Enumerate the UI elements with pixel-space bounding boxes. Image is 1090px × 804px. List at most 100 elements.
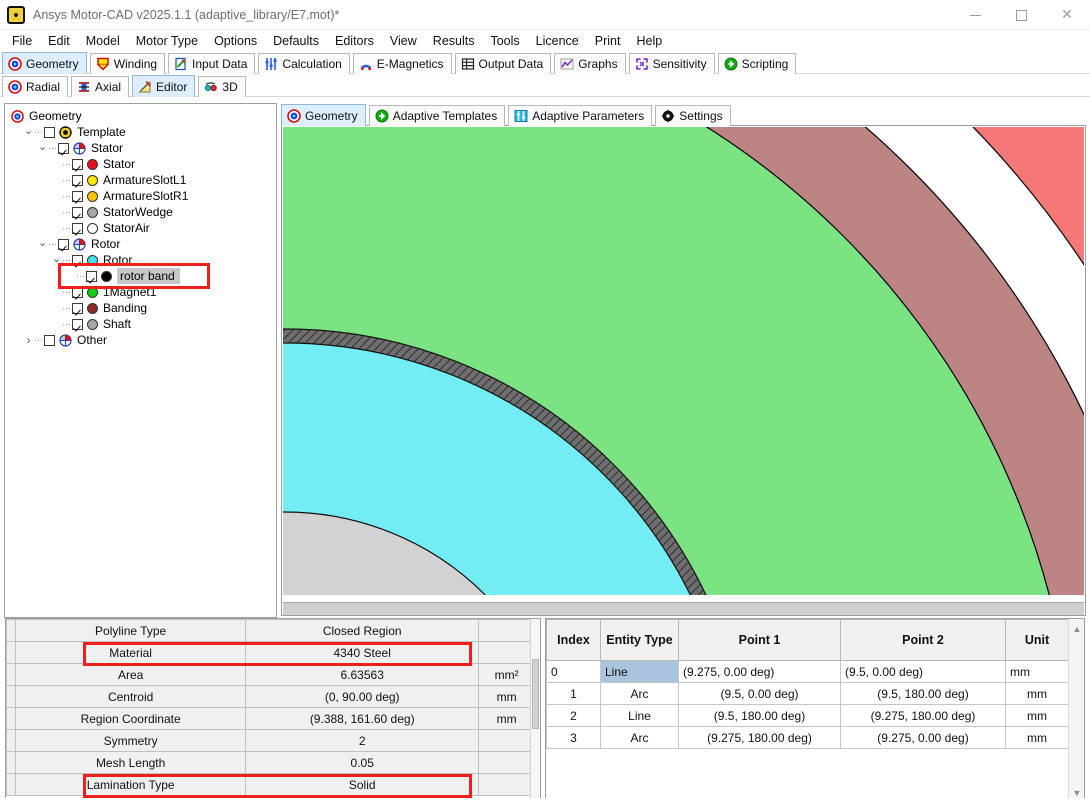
- tree-checkbox[interactable]: [72, 302, 83, 314]
- menu-item-editors[interactable]: Editors: [327, 32, 382, 50]
- entity-unit-cell[interactable]: mm: [1005, 660, 1069, 683]
- chevron-down-icon[interactable]: ⌄: [23, 124, 34, 138]
- property-value-cell[interactable]: 4340 Steel: [245, 641, 480, 664]
- region-properties-panel[interactable]: Polyline Type Closed Region Material 4340 S…: [5, 618, 541, 804]
- tree-node-stator[interactable]: ⌄ ⋯ Stator: [9, 140, 276, 156]
- tree-checkbox[interactable]: [72, 318, 83, 330]
- entity-unit-cell[interactable]: mm: [1005, 704, 1069, 727]
- property-row[interactable]: Region Coordinate (9.388, 161.60 deg) mm: [6, 707, 535, 730]
- geometry-viewport[interactable]: [281, 125, 1086, 616]
- property-row[interactable]: Lamination Type Solid: [6, 773, 535, 796]
- tree-checkbox[interactable]: [72, 174, 83, 186]
- entity-grid-row[interactable]: 3 Arc (9.275, 180.00 deg) (9.275, 0.00 deg)…: [546, 726, 1069, 749]
- entity-type-cell[interactable]: Arc: [600, 726, 679, 749]
- property-value-cell[interactable]: (9.388, 161.60 deg): [245, 707, 480, 730]
- tree-checkbox[interactable]: [72, 254, 83, 266]
- entity-grid-header-entity-type[interactable]: Entity Type: [600, 619, 679, 661]
- entity-grid-row[interactable]: 1 Arc (9.5, 0.00 deg) (9.5, 180.00 deg) mm: [546, 682, 1069, 705]
- menu-item-options[interactable]: Options: [206, 32, 265, 50]
- tree-node-armatureslotr1[interactable]: ⋯ ArmatureSlotR1: [9, 188, 276, 204]
- tab-winding[interactable]: Winding: [89, 53, 166, 74]
- tree-checkbox[interactable]: [72, 222, 83, 234]
- property-row[interactable]: Mesh Length 0.05: [6, 751, 535, 774]
- entity-index-cell[interactable]: 0: [546, 660, 601, 683]
- subtab-axial[interactable]: Axial: [71, 76, 130, 97]
- entity-type-cell[interactable]: Line: [600, 704, 679, 727]
- tree-checkbox[interactable]: [86, 270, 97, 282]
- geometry-tree-panel[interactable]: Geometry ⌄ ⋯ Template ⌄ ⋯ Stator ⋯ Stator ⋯ Armatu…: [4, 103, 277, 618]
- geotab-adaptive-parameters[interactable]: Adaptive Parameters: [508, 105, 653, 126]
- tree-node-rotor-band[interactable]: ⋯ rotor band: [9, 268, 276, 284]
- property-value-cell[interactable]: 6.63563: [245, 663, 480, 686]
- menu-item-edit[interactable]: Edit: [40, 32, 78, 50]
- chevron-right-icon[interactable]: ›: [23, 333, 34, 347]
- tree-node-geometry-root[interactable]: Geometry: [9, 108, 276, 124]
- tree-node-banding[interactable]: ⋯ Banding: [9, 300, 276, 316]
- entity-grid-row[interactable]: 2 Line (9.5, 180.00 deg) (9.275, 180.00 deg…: [546, 704, 1069, 727]
- menu-item-view[interactable]: View: [382, 32, 425, 50]
- entity-grid-header-index[interactable]: Index: [546, 619, 601, 661]
- minimize-button[interactable]: [952, 0, 998, 30]
- entity-grid-scrollbar[interactable]: ▲ ▼: [1068, 619, 1084, 803]
- menu-item-results[interactable]: Results: [425, 32, 483, 50]
- entity-point2-cell[interactable]: (9.5, 0.00 deg): [840, 660, 1006, 683]
- property-row[interactable]: Centroid (0, 90.00 deg) mm: [6, 685, 535, 708]
- tree-node-stator[interactable]: ⋯ Stator: [9, 156, 276, 172]
- tree-checkbox[interactable]: [58, 238, 69, 250]
- tree-node-rotor[interactable]: ⌄ ⋯ Rotor: [9, 252, 276, 268]
- property-row[interactable]: Area 6.63563 mm²: [6, 663, 535, 686]
- entity-unit-cell[interactable]: mm: [1005, 726, 1069, 749]
- tree-checkbox[interactable]: [44, 126, 55, 138]
- menu-item-licence[interactable]: Licence: [528, 32, 587, 50]
- entity-type-cell[interactable]: Arc: [600, 682, 679, 705]
- entity-point1-cell[interactable]: (9.275, 180.00 deg): [678, 726, 841, 749]
- tab-graphs[interactable]: Graphs: [554, 53, 626, 74]
- entity-index-cell[interactable]: 2: [546, 704, 601, 727]
- geotab-settings[interactable]: Settings: [655, 105, 731, 126]
- entity-point1-cell[interactable]: (9.5, 0.00 deg): [678, 682, 841, 705]
- property-row[interactable]: Symmetry 2: [6, 729, 535, 752]
- chevron-down-icon[interactable]: ⌄: [51, 252, 62, 266]
- menu-item-print[interactable]: Print: [587, 32, 629, 50]
- tree-node-rotor[interactable]: ⌄ ⋯ Rotor: [9, 236, 276, 252]
- tree-node-statorair[interactable]: ⋯ StatorAir: [9, 220, 276, 236]
- menu-item-tools[interactable]: Tools: [482, 32, 527, 50]
- tab-output-data[interactable]: Output Data: [454, 53, 552, 74]
- tab-input-data[interactable]: Input Data: [168, 53, 256, 74]
- tab-sensitivity[interactable]: Sensitivity: [628, 53, 715, 74]
- entity-grid-row[interactable]: 0 Line (9.275, 0.00 deg) (9.5, 0.00 deg) mm: [546, 660, 1069, 683]
- property-value-cell[interactable]: Solid: [245, 773, 480, 796]
- entity-grid-panel[interactable]: Index Entity Type Point 1 Point 2 Unit 0 Line(…: [545, 618, 1085, 804]
- geometry-canvas[interactable]: [283, 127, 1084, 602]
- entity-point2-cell[interactable]: (9.275, 0.00 deg): [840, 726, 1006, 749]
- subtab-editor[interactable]: Editor: [132, 75, 196, 97]
- chevron-down-icon[interactable]: ⌄: [37, 236, 48, 250]
- maximize-button[interactable]: [998, 0, 1044, 30]
- entity-point2-cell[interactable]: (9.275, 180.00 deg): [840, 704, 1006, 727]
- tree-checkbox[interactable]: [72, 206, 83, 218]
- properties-scroll-thumb[interactable]: [532, 659, 539, 729]
- tree-checkbox[interactable]: [72, 286, 83, 298]
- properties-scrollbar[interactable]: [530, 619, 540, 803]
- property-value-cell[interactable]: 0.05: [245, 751, 480, 774]
- entity-point1-cell[interactable]: (9.5, 180.00 deg): [678, 704, 841, 727]
- property-value-cell[interactable]: 2: [245, 729, 480, 752]
- tree-node-armatureslotl1[interactable]: ⋯ ArmatureSlotL1: [9, 172, 276, 188]
- menu-item-file[interactable]: File: [4, 32, 40, 50]
- tree-checkbox[interactable]: [72, 190, 83, 202]
- entity-index-cell[interactable]: 3: [546, 726, 601, 749]
- tab-e-magnetics[interactable]: E-Magnetics: [352, 53, 452, 74]
- entity-grid-header-point-2[interactable]: Point 2: [840, 619, 1006, 661]
- tree-node-other[interactable]: › ⋯ Other: [9, 332, 276, 348]
- tree-node-1magnet1[interactable]: ⋯ 1Magnet1: [9, 284, 276, 300]
- entity-index-cell[interactable]: 1: [546, 682, 601, 705]
- menu-item-help[interactable]: Help: [628, 32, 670, 50]
- entity-grid-header-unit[interactable]: Unit: [1005, 619, 1069, 661]
- tree-checkbox[interactable]: [72, 158, 83, 170]
- triangle-up-icon[interactable]: ▲: [1069, 621, 1084, 637]
- subtab-radial[interactable]: Radial: [2, 76, 69, 97]
- tab-calculation[interactable]: Calculation: [258, 53, 350, 74]
- geotab-adaptive-templates[interactable]: Adaptive Templates: [368, 105, 506, 126]
- menu-item-defaults[interactable]: Defaults: [265, 32, 327, 50]
- tab-geometry[interactable]: Geometry: [2, 52, 87, 74]
